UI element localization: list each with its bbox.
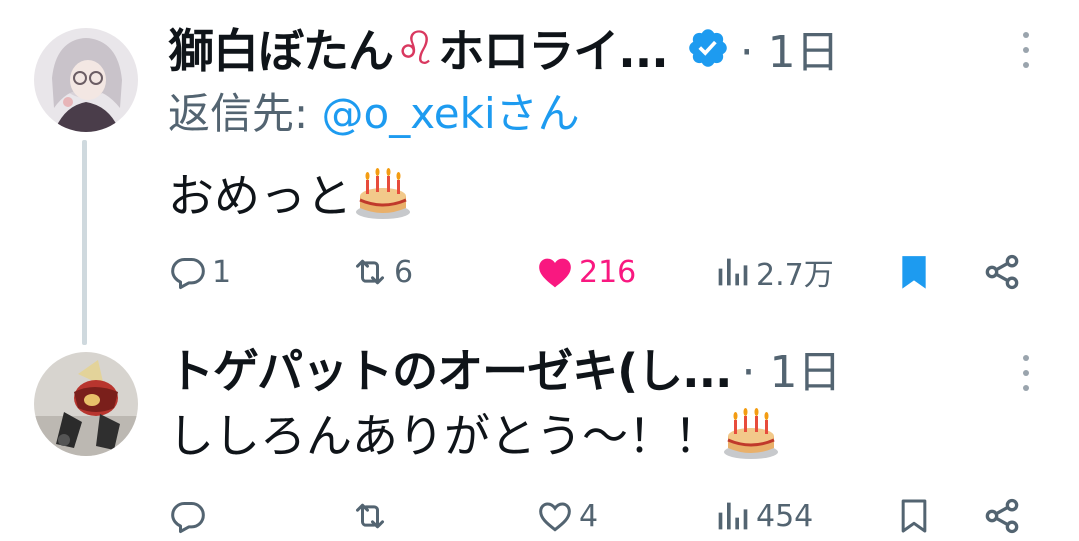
- birthday-cake-icon: [356, 168, 410, 219]
- tweet-text: ししろんありがとう～！！: [168, 400, 780, 466]
- bookmark-outline-icon: [901, 499, 927, 533]
- reply-to-suffix: さん: [495, 89, 580, 138]
- reply-icon: [171, 258, 205, 289]
- retweet-count: 6: [394, 254, 414, 290]
- tweet-actions: 1 6 216 2.7万: [0, 247, 1079, 297]
- avatar[interactable]: [34, 352, 138, 456]
- tweet-text-content: ししろんありがとう～！！: [168, 409, 720, 463]
- reply-thread: 獅白ぼたん ♌︎ ホロライ... · 1日 返信先: @o_xekiさん おめっ…: [0, 0, 1079, 541]
- share-icon: [985, 498, 1019, 534]
- share-button[interactable]: [982, 491, 1022, 541]
- author-name[interactable]: 獅白ぼたん: [168, 15, 394, 81]
- like-button[interactable]: 216: [535, 247, 636, 297]
- tweet-text-content: おめっと: [168, 169, 352, 223]
- avatar[interactable]: [34, 28, 138, 132]
- reply-icon: [171, 502, 205, 533]
- like-count: 4: [579, 498, 599, 534]
- verified-badge-icon: [688, 29, 727, 67]
- author-name[interactable]: トゲパットのオーゼキ(し...: [168, 335, 733, 401]
- reply-count: 1: [212, 254, 232, 290]
- heart-outline-icon: [539, 502, 571, 532]
- thread-connector-line: [82, 140, 87, 345]
- share-icon: [985, 254, 1019, 290]
- tweet-header: トゲパットのオーゼキ(し... · 1日: [168, 338, 842, 398]
- bookmark-button[interactable]: [894, 247, 934, 297]
- retweet-button[interactable]: 6: [350, 247, 413, 297]
- tweet-time[interactable]: · 1日: [742, 336, 842, 400]
- more-options-icon[interactable]: [1020, 32, 1032, 68]
- bookmark-filled-icon: [902, 256, 926, 289]
- more-options-icon[interactable]: [1020, 355, 1032, 391]
- views-button[interactable]: 2.7万: [712, 247, 834, 297]
- reply-to-line: 返信先: @o_xekiさん: [168, 80, 580, 141]
- analytics-bar-icon: [718, 502, 748, 530]
- views-count: 2.7万: [756, 258, 834, 293]
- tweet-header: 獅白ぼたん ♌︎ ホロライ... · 1日: [168, 18, 840, 78]
- heart-filled-icon: [539, 258, 571, 288]
- share-button[interactable]: [982, 247, 1022, 297]
- retweet-icon: [356, 503, 384, 529]
- retweet-icon: [356, 259, 384, 285]
- analytics-bar-icon: [718, 258, 748, 286]
- like-button[interactable]: 4: [535, 491, 598, 541]
- tweet-text: おめっと: [168, 160, 412, 226]
- tweet-actions: 4 454: [0, 491, 1079, 541]
- avatar-illustration: [34, 28, 138, 132]
- bookmark-button[interactable]: [894, 491, 934, 541]
- tweet-time[interactable]: · 1日: [740, 16, 840, 80]
- reply-button[interactable]: [168, 491, 212, 541]
- birthday-cake-icon: [724, 408, 778, 459]
- author-name-suffix[interactable]: ホロライ...: [438, 15, 668, 81]
- reply-to-label: 返信先:: [168, 89, 322, 138]
- like-count: 216: [579, 254, 637, 290]
- views-button[interactable]: 454: [712, 491, 813, 541]
- leo-zodiac-icon: ♌︎: [395, 21, 437, 75]
- views-count: 454: [756, 498, 814, 534]
- avatar-photo: [34, 352, 138, 456]
- retweet-button[interactable]: [350, 491, 394, 541]
- reply-to-handle[interactable]: @o_xeki: [322, 89, 496, 138]
- reply-button[interactable]: 1: [168, 247, 231, 297]
